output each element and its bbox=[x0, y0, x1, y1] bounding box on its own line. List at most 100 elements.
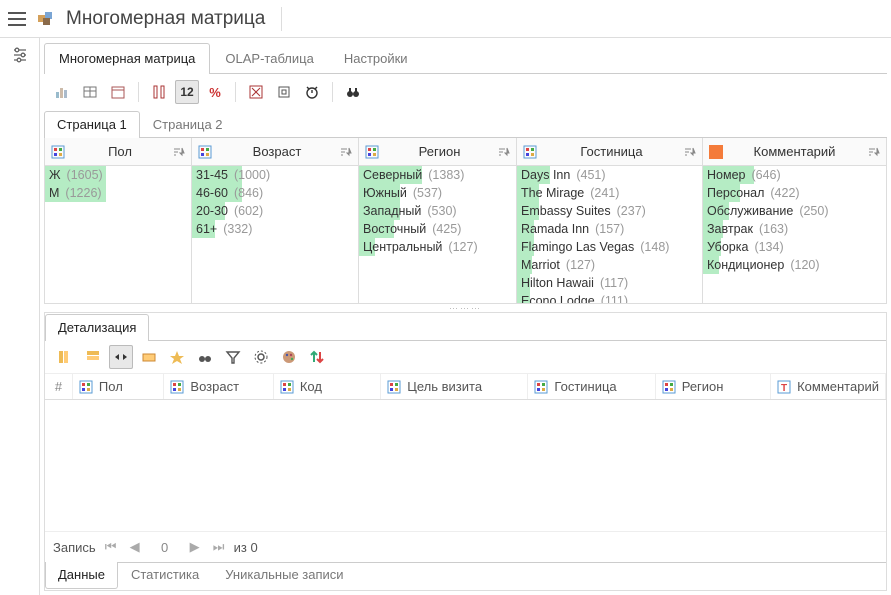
pager-last-icon[interactable]: ⏭ bbox=[210, 538, 228, 556]
matrix-row[interactable]: Северный(1383) bbox=[359, 166, 516, 184]
btab-unique[interactable]: Уникальные записи bbox=[212, 562, 356, 589]
filter-icon[interactable] bbox=[221, 345, 245, 369]
detail-column-header[interactable]: Пол bbox=[73, 374, 165, 399]
sort-icon[interactable] bbox=[682, 145, 696, 159]
detail-panel: Детализация #ПолВозрастКодЦель визитаГос… bbox=[44, 312, 887, 591]
percent-button[interactable]: % bbox=[203, 80, 227, 104]
page-tab-1[interactable]: Страница 1 bbox=[44, 111, 140, 138]
row-label: Обслуживание bbox=[707, 204, 793, 218]
detail-column-header[interactable]: Регион bbox=[656, 374, 771, 399]
row-count: (422) bbox=[770, 186, 799, 200]
matrix-row[interactable]: Days Inn(451) bbox=[517, 166, 702, 184]
column-body[interactable]: 31-45(1000)46-60(846)20-30(602)61+(332) bbox=[192, 166, 358, 303]
sort-icon[interactable] bbox=[171, 145, 185, 159]
column-body[interactable]: Ж(1605)М(1226) bbox=[45, 166, 191, 303]
page-tab-2[interactable]: Страница 2 bbox=[140, 111, 236, 138]
table-icon[interactable] bbox=[78, 80, 102, 104]
detail-column-header[interactable]: Код bbox=[274, 374, 381, 399]
btab-data[interactable]: Данные bbox=[45, 562, 118, 589]
matrix-column: КомментарийНомер(646)Персонал(422)Обслуж… bbox=[703, 138, 886, 303]
matrix-row[interactable]: Южный(537) bbox=[359, 184, 516, 202]
matrix-row[interactable]: М(1226) bbox=[45, 184, 191, 202]
matrix-row[interactable]: Центральный(127) bbox=[359, 238, 516, 256]
matrix-row[interactable]: The Mirage(241) bbox=[517, 184, 702, 202]
number-12-button[interactable]: 12 bbox=[175, 80, 199, 104]
matrix-row[interactable]: Кондиционер(120) bbox=[703, 256, 886, 274]
detail-column-header[interactable]: Возраст bbox=[164, 374, 273, 399]
row-count: (1605) bbox=[67, 168, 103, 182]
page-tabs: Страница 1 Страница 2 bbox=[44, 110, 887, 138]
matrix-row[interactable]: Embassy Suites(237) bbox=[517, 202, 702, 220]
grid-x-icon[interactable] bbox=[244, 80, 268, 104]
palette-icon[interactable] bbox=[277, 345, 301, 369]
sort-icon[interactable] bbox=[496, 145, 510, 159]
field-icon bbox=[198, 145, 212, 159]
rows-icon[interactable] bbox=[81, 345, 105, 369]
matrix-row[interactable]: Уборка(134) bbox=[703, 238, 886, 256]
chart-icon[interactable] bbox=[50, 80, 74, 104]
pager-prev-icon[interactable]: ◀ bbox=[126, 538, 144, 556]
pager-first-icon[interactable]: ⏮ bbox=[102, 538, 120, 556]
sort-icon[interactable] bbox=[338, 145, 352, 159]
matrix-row[interactable]: Западный(530) bbox=[359, 202, 516, 220]
row-count: (127) bbox=[448, 240, 477, 254]
detail-column-header[interactable]: Гостиница bbox=[528, 374, 655, 399]
column-header[interactable]: Комментарий bbox=[703, 138, 886, 166]
column-name: Комментарий bbox=[723, 144, 866, 159]
pager-next-icon[interactable]: ▶ bbox=[186, 538, 204, 556]
row-count: (1000) bbox=[234, 168, 270, 182]
columns-yellow-icon[interactable] bbox=[53, 345, 77, 369]
tab-settings[interactable]: Настройки bbox=[329, 43, 423, 74]
matrix-row[interactable]: Персонал(422) bbox=[703, 184, 886, 202]
resize-handle[interactable]: ⋯⋯⋯ bbox=[40, 304, 891, 312]
detail-column-header[interactable]: TКомментарий bbox=[771, 374, 886, 399]
row-count: (237) bbox=[617, 204, 646, 218]
titlebar: Многомерная матрица bbox=[0, 0, 891, 38]
expand-icon[interactable] bbox=[109, 345, 133, 369]
column-header[interactable]: Гостиница bbox=[517, 138, 702, 166]
matrix-row[interactable]: Econo Lodge(111) bbox=[517, 292, 702, 303]
matrix-row[interactable]: Восточный(425) bbox=[359, 220, 516, 238]
column-body[interactable]: Days Inn(451)The Mirage(241)Embassy Suit… bbox=[517, 166, 702, 303]
column-name: Регион bbox=[383, 144, 496, 159]
matrix-row[interactable]: 61+(332) bbox=[192, 220, 358, 238]
matrix-column: Возраст31-45(1000)46-60(846)20-30(602)61… bbox=[192, 138, 359, 303]
calendar-icon[interactable] bbox=[106, 80, 130, 104]
matrix-row[interactable]: Обслуживание(250) bbox=[703, 202, 886, 220]
matrix-row[interactable]: Ж(1605) bbox=[45, 166, 191, 184]
tab-matrix[interactable]: Многомерная матрица bbox=[44, 43, 210, 74]
columns-icon[interactable] bbox=[147, 80, 171, 104]
binoculars-icon[interactable] bbox=[193, 345, 217, 369]
detail-column-header[interactable]: Цель визита bbox=[381, 374, 528, 399]
matrix-row[interactable]: Номер(646) bbox=[703, 166, 886, 184]
row-count: (602) bbox=[234, 204, 263, 218]
btab-stats[interactable]: Статистика bbox=[118, 562, 212, 589]
sort-arrows-icon[interactable] bbox=[305, 345, 329, 369]
binoculars-icon[interactable] bbox=[341, 80, 365, 104]
sort-icon[interactable] bbox=[866, 145, 880, 159]
menu-button[interactable] bbox=[8, 12, 26, 26]
row-count: (530) bbox=[427, 204, 456, 218]
matrix-row[interactable]: Ramada Inn(157) bbox=[517, 220, 702, 238]
column-header[interactable]: Пол bbox=[45, 138, 191, 166]
matrix-row[interactable]: 20-30(602) bbox=[192, 202, 358, 220]
gear-icon[interactable] bbox=[249, 345, 273, 369]
tab-olap[interactable]: OLAP-таблица bbox=[210, 43, 328, 74]
column-header[interactable]: Регион bbox=[359, 138, 516, 166]
matrix-row[interactable]: 31-45(1000) bbox=[192, 166, 358, 184]
detail-tab[interactable]: Детализация bbox=[45, 314, 149, 341]
matrix-row[interactable]: Завтрак(163) bbox=[703, 220, 886, 238]
row-count: (120) bbox=[790, 258, 819, 272]
star-icon[interactable] bbox=[165, 345, 189, 369]
matrix-row[interactable]: Hilton Hawaii(117) bbox=[517, 274, 702, 292]
tag-icon[interactable] bbox=[137, 345, 161, 369]
matrix-row[interactable]: Flamingo Las Vegas(148) bbox=[517, 238, 702, 256]
matrix-row[interactable]: Marriot(127) bbox=[517, 256, 702, 274]
matrix-row[interactable]: 46-60(846) bbox=[192, 184, 358, 202]
box-icon[interactable] bbox=[272, 80, 296, 104]
column-header[interactable]: Возраст bbox=[192, 138, 358, 166]
column-body[interactable]: Северный(1383)Южный(537)Западный(530)Вос… bbox=[359, 166, 516, 303]
sliders-icon[interactable] bbox=[11, 46, 29, 64]
alarm-icon[interactable] bbox=[300, 80, 324, 104]
column-body[interactable]: Номер(646)Персонал(422)Обслуживание(250)… bbox=[703, 166, 886, 303]
